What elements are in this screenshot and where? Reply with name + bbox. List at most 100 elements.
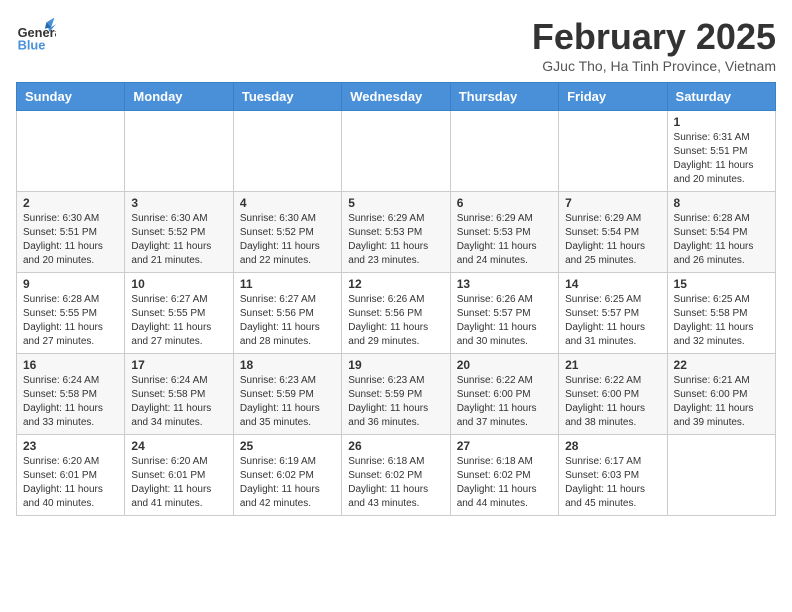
day-cell: 9 Sunrise: 6:28 AM Sunset: 5:55 PM Daylig…: [17, 273, 125, 354]
day-number: 10: [131, 277, 226, 291]
day-number: 7: [565, 196, 660, 210]
day-info: Sunrise: 6:27 AM Sunset: 5:56 PM Dayligh…: [240, 293, 335, 349]
day-number: 20: [457, 358, 552, 372]
day-number: 19: [348, 358, 443, 372]
day-info: Sunrise: 6:29 AM Sunset: 5:53 PM Dayligh…: [348, 212, 443, 268]
day-number: 14: [565, 277, 660, 291]
week-row-2: 2 Sunrise: 6:30 AM Sunset: 5:51 PM Daylig…: [17, 192, 776, 273]
day-info: Sunrise: 6:18 AM Sunset: 6:02 PM Dayligh…: [457, 455, 552, 511]
day-cell: 20 Sunrise: 6:22 AM Sunset: 6:00 PM Dayli…: [450, 354, 558, 435]
day-cell: [667, 435, 775, 516]
day-number: 25: [240, 439, 335, 453]
day-cell: [450, 111, 558, 192]
day-info: Sunrise: 6:28 AM Sunset: 5:55 PM Dayligh…: [23, 293, 118, 349]
day-number: 15: [674, 277, 769, 291]
day-info: Sunrise: 6:21 AM Sunset: 6:00 PM Dayligh…: [674, 374, 769, 430]
week-row-1: 1 Sunrise: 6:31 AM Sunset: 5:51 PM Daylig…: [17, 111, 776, 192]
month-title: February 2025: [532, 16, 776, 58]
day-number: 27: [457, 439, 552, 453]
day-cell: 26Sunrise: 6:18 AM Sunset: 6:02 PM Dayli…: [342, 435, 450, 516]
logo: General Blue: [16, 16, 56, 56]
svg-text:Blue: Blue: [18, 38, 46, 53]
day-cell: 19 Sunrise: 6:23 AM Sunset: 5:59 PM Dayli…: [342, 354, 450, 435]
day-cell: 7Sunrise: 6:29 AM Sunset: 5:54 PM Daylig…: [559, 192, 667, 273]
day-cell: 11 Sunrise: 6:27 AM Sunset: 5:56 PM Dayli…: [233, 273, 341, 354]
day-cell: [233, 111, 341, 192]
day-cell: 12 Sunrise: 6:26 AM Sunset: 5:56 PM Dayli…: [342, 273, 450, 354]
day-number: 21: [565, 358, 660, 372]
day-number: 22: [674, 358, 769, 372]
day-info: Sunrise: 6:25 AM Sunset: 5:57 PM Dayligh…: [565, 293, 660, 349]
day-info: Sunrise: 6:25 AM Sunset: 5:58 PM Dayligh…: [674, 293, 769, 349]
day-cell: 27 Sunrise: 6:18 AM Sunset: 6:02 PM Dayli…: [450, 435, 558, 516]
page-header: General Blue February 2025 GJuc Tho, Ha …: [16, 16, 776, 74]
day-number: 28: [565, 439, 660, 453]
week-row-3: 9 Sunrise: 6:28 AM Sunset: 5:55 PM Daylig…: [17, 273, 776, 354]
day-info: Sunrise: 6:23 AM Sunset: 5:59 PM Dayligh…: [348, 374, 443, 430]
weekday-header-row: SundayMondayTuesdayWednesdayThursdayFrid…: [17, 83, 776, 111]
day-number: 12: [348, 277, 443, 291]
day-number: 11: [240, 277, 335, 291]
day-info: Sunrise: 6:17 AM Sunset: 6:03 PM Dayligh…: [565, 455, 660, 511]
day-number: 13: [457, 277, 552, 291]
day-info: Sunrise: 6:28 AM Sunset: 5:54 PM Dayligh…: [674, 212, 769, 268]
day-info: Sunrise: 6:23 AM Sunset: 5:59 PM Dayligh…: [240, 374, 335, 430]
day-cell: 4 Sunrise: 6:30 AM Sunset: 5:52 PM Daylig…: [233, 192, 341, 273]
day-cell: 23 Sunrise: 6:20 AM Sunset: 6:01 PM Dayli…: [17, 435, 125, 516]
day-info: Sunrise: 6:30 AM Sunset: 5:52 PM Dayligh…: [240, 212, 335, 268]
day-cell: 13 Sunrise: 6:26 AM Sunset: 5:57 PM Dayli…: [450, 273, 558, 354]
weekday-header-wednesday: Wednesday: [342, 83, 450, 111]
day-cell: 17Sunrise: 6:24 AM Sunset: 5:58 PM Dayli…: [125, 354, 233, 435]
day-number: 18: [240, 358, 335, 372]
day-number: 16: [23, 358, 118, 372]
day-number: 1: [674, 115, 769, 129]
location: GJuc Tho, Ha Tinh Province, Vietnam: [532, 58, 776, 74]
day-number: 3: [131, 196, 226, 210]
weekday-header-tuesday: Tuesday: [233, 83, 341, 111]
day-info: Sunrise: 6:20 AM Sunset: 6:01 PM Dayligh…: [23, 455, 118, 511]
day-cell: 14 Sunrise: 6:25 AM Sunset: 5:57 PM Dayli…: [559, 273, 667, 354]
day-info: Sunrise: 6:24 AM Sunset: 5:58 PM Dayligh…: [131, 374, 226, 430]
day-cell: 16 Sunrise: 6:24 AM Sunset: 5:58 PM Dayli…: [17, 354, 125, 435]
logo-icon: General Blue: [16, 16, 56, 56]
day-cell: 1 Sunrise: 6:31 AM Sunset: 5:51 PM Daylig…: [667, 111, 775, 192]
day-cell: [17, 111, 125, 192]
day-info: Sunrise: 6:22 AM Sunset: 6:00 PM Dayligh…: [565, 374, 660, 430]
day-number: 4: [240, 196, 335, 210]
day-cell: 15 Sunrise: 6:25 AM Sunset: 5:58 PM Dayli…: [667, 273, 775, 354]
day-info: Sunrise: 6:26 AM Sunset: 5:57 PM Dayligh…: [457, 293, 552, 349]
weekday-header-monday: Monday: [125, 83, 233, 111]
day-cell: [342, 111, 450, 192]
day-cell: 8 Sunrise: 6:28 AM Sunset: 5:54 PM Daylig…: [667, 192, 775, 273]
day-cell: 28 Sunrise: 6:17 AM Sunset: 6:03 PM Dayli…: [559, 435, 667, 516]
day-number: 5: [348, 196, 443, 210]
weekday-header-sunday: Sunday: [17, 83, 125, 111]
day-cell: 10 Sunrise: 6:27 AM Sunset: 5:55 PM Dayli…: [125, 273, 233, 354]
week-row-5: 23 Sunrise: 6:20 AM Sunset: 6:01 PM Dayli…: [17, 435, 776, 516]
day-info: Sunrise: 6:19 AM Sunset: 6:02 PM Dayligh…: [240, 455, 335, 511]
day-number: 26: [348, 439, 443, 453]
day-number: 24: [131, 439, 226, 453]
weekday-header-thursday: Thursday: [450, 83, 558, 111]
day-cell: [559, 111, 667, 192]
day-cell: 2 Sunrise: 6:30 AM Sunset: 5:51 PM Daylig…: [17, 192, 125, 273]
day-number: 9: [23, 277, 118, 291]
day-number: 2: [23, 196, 118, 210]
day-info: Sunrise: 6:31 AM Sunset: 5:51 PM Dayligh…: [674, 131, 769, 187]
day-number: 8: [674, 196, 769, 210]
day-cell: 22 Sunrise: 6:21 AM Sunset: 6:00 PM Dayli…: [667, 354, 775, 435]
day-cell: 5 Sunrise: 6:29 AM Sunset: 5:53 PM Daylig…: [342, 192, 450, 273]
day-cell: 21 Sunrise: 6:22 AM Sunset: 6:00 PM Dayli…: [559, 354, 667, 435]
day-info: Sunrise: 6:22 AM Sunset: 6:00 PM Dayligh…: [457, 374, 552, 430]
calendar-table: SundayMondayTuesdayWednesdayThursdayFrid…: [16, 82, 776, 516]
day-info: Sunrise: 6:30 AM Sunset: 5:52 PM Dayligh…: [131, 212, 226, 268]
day-info: Sunrise: 6:24 AM Sunset: 5:58 PM Dayligh…: [23, 374, 118, 430]
day-cell: 3 Sunrise: 6:30 AM Sunset: 5:52 PM Daylig…: [125, 192, 233, 273]
day-number: 23: [23, 439, 118, 453]
day-info: Sunrise: 6:26 AM Sunset: 5:56 PM Dayligh…: [348, 293, 443, 349]
title-block: February 2025 GJuc Tho, Ha Tinh Province…: [532, 16, 776, 74]
day-info: Sunrise: 6:27 AM Sunset: 5:55 PM Dayligh…: [131, 293, 226, 349]
day-info: Sunrise: 6:20 AM Sunset: 6:01 PM Dayligh…: [131, 455, 226, 511]
day-info: Sunrise: 6:29 AM Sunset: 5:53 PM Dayligh…: [457, 212, 552, 268]
day-info: Sunrise: 6:30 AM Sunset: 5:51 PM Dayligh…: [23, 212, 118, 268]
